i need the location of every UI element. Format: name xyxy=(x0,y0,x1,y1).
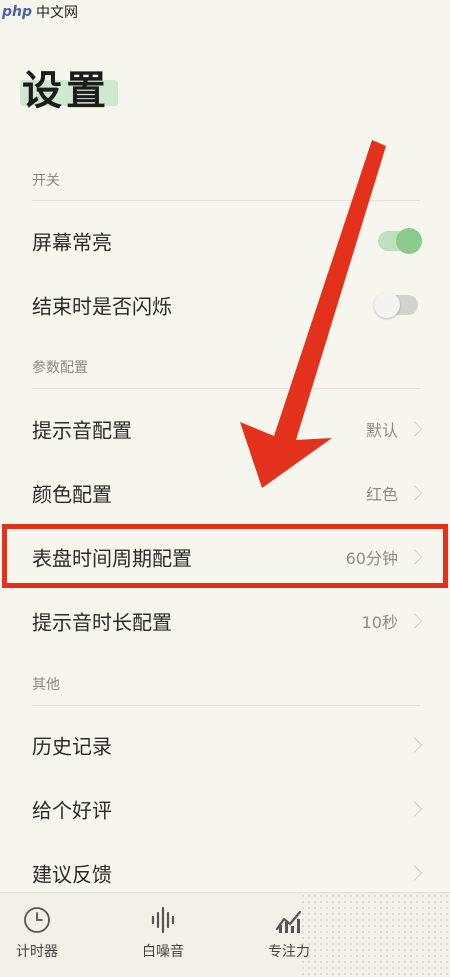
chevron-right-icon xyxy=(406,737,423,753)
section-header-params: 参数配置 xyxy=(32,360,88,376)
setting-row-sound[interactable]: 提示音配置 默认 xyxy=(0,398,450,460)
setting-label: 给个好评 xyxy=(32,798,112,823)
bottom-tab-bar: 计时器 白噪音 专注力 xyxy=(0,892,450,977)
section-header-others: 其他 xyxy=(32,677,60,693)
chevron-right-icon xyxy=(406,613,423,629)
watermark-logo: php xyxy=(2,4,33,20)
toggle-knob xyxy=(374,292,400,318)
setting-row-screen-on[interactable]: 屏幕常亮 xyxy=(0,210,450,272)
setting-row-color[interactable]: 颜色配置 红色 xyxy=(0,462,450,524)
chart-icon xyxy=(275,910,302,933)
chevron-right-icon xyxy=(406,865,423,881)
tab-label: 白噪音 xyxy=(142,944,184,960)
setting-label: 屏幕常亮 xyxy=(32,230,112,255)
screen-on-toggle[interactable] xyxy=(378,228,422,254)
page-title-block: 设置 xyxy=(20,58,118,116)
sound-wave-icon xyxy=(151,906,175,934)
watermark: php 中文网 xyxy=(2,2,78,22)
setting-label: 颜色配置 xyxy=(32,482,112,507)
tab-label: 专注力 xyxy=(268,944,310,960)
setting-row-rate[interactable]: 给个好评 xyxy=(0,778,450,840)
divider xyxy=(32,388,420,389)
setting-value: 默认 xyxy=(365,421,398,440)
setting-label: 建议反馈 xyxy=(32,862,112,887)
chevron-right-icon xyxy=(406,485,423,501)
tab-label: 计时器 xyxy=(16,944,58,960)
tab-white-noise[interactable]: 白噪音 xyxy=(108,893,218,977)
chevron-right-icon xyxy=(406,421,423,437)
setting-value: 60分钟 xyxy=(345,549,398,568)
setting-label: 提示音时长配置 xyxy=(32,610,172,635)
flash-on-end-toggle[interactable] xyxy=(374,292,418,318)
tab-focus[interactable]: 专注力 xyxy=(234,893,344,977)
chevron-right-icon xyxy=(406,549,423,565)
setting-value: 10秒 xyxy=(361,613,398,632)
page-title: 设置 xyxy=(22,68,110,114)
divider xyxy=(32,200,420,201)
setting-label: 历史记录 xyxy=(32,734,112,759)
setting-label: 提示音配置 xyxy=(32,418,132,443)
chevron-right-icon xyxy=(406,801,423,817)
tab-timer[interactable]: 计时器 xyxy=(0,893,92,977)
clock-icon xyxy=(24,907,50,933)
setting-row-flash-on-end[interactable]: 结束时是否闪烁 xyxy=(0,274,450,336)
setting-row-dial-period[interactable]: 表盘时间周期配置 60分钟 xyxy=(0,526,450,588)
setting-row-history[interactable]: 历史记录 xyxy=(0,714,450,776)
watermark-text: 中文网 xyxy=(36,5,79,21)
setting-label: 表盘时间周期配置 xyxy=(32,546,192,571)
section-header-switches: 开关 xyxy=(32,173,60,189)
toggle-knob xyxy=(396,228,422,254)
setting-row-sound-duration[interactable]: 提示音时长配置 10秒 xyxy=(0,590,450,652)
setting-value: 红色 xyxy=(365,485,398,504)
divider xyxy=(32,705,420,706)
setting-label: 结束时是否闪烁 xyxy=(32,294,172,319)
